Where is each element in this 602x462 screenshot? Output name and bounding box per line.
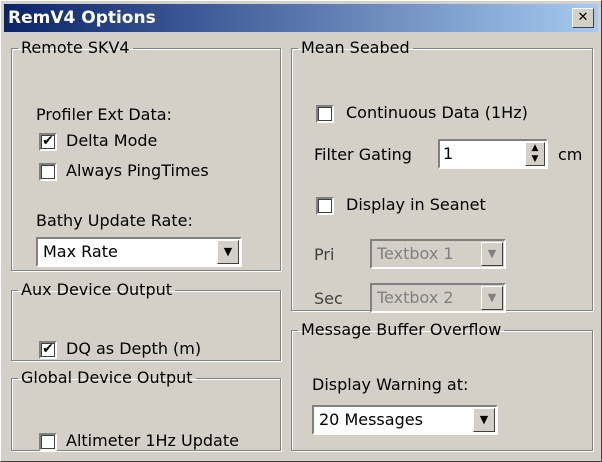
- always-ping-times-label[interactable]: Always PingTimes: [66, 161, 209, 180]
- filter-unit-label: cm: [558, 145, 583, 164]
- window-title: RemV4 Options: [8, 8, 156, 28]
- filter-gating-value: 1: [443, 144, 454, 163]
- mean-seabed-group: Mean Seabed Continuous Data (1Hz) Filter…: [291, 38, 593, 313]
- sec-label: Sec: [314, 289, 343, 308]
- continuous-data-checkbox[interactable]: [316, 105, 334, 123]
- chevron-down-icon[interactable]: ▼: [481, 242, 503, 266]
- title-bar[interactable]: RemV4 Options ✕: [4, 4, 598, 32]
- spin-down-icon[interactable]: ▼: [526, 154, 544, 165]
- bathy-update-rate-value: Max Rate: [43, 242, 118, 261]
- aux-device-output-legend: Aux Device Output: [21, 280, 173, 299]
- dq-as-depth-checkbox[interactable]: ✔: [39, 341, 57, 359]
- altimeter-1hz-update-label[interactable]: Altimeter 1Hz Update: [66, 431, 239, 450]
- options-dialog: RemV4 Options ✕ Remote SKV4 Profiler Ext…: [0, 0, 602, 462]
- remote-skv4-legend: Remote SKV4: [21, 38, 130, 57]
- pri-value: Textbox 1: [377, 244, 454, 263]
- display-warning-label: Display Warning at:: [312, 375, 469, 394]
- close-button[interactable]: ✕: [572, 8, 594, 28]
- sec-value: Textbox 2: [377, 288, 454, 307]
- profiler-ext-data-label: Profiler Ext Data:: [36, 105, 172, 124]
- chevron-down-icon[interactable]: ▼: [217, 240, 239, 264]
- global-device-output-group: Global Device Output Altimeter 1Hz Updat…: [11, 369, 281, 451]
- message-buffer-overflow-group: Message Buffer Overflow Display Warning …: [291, 321, 593, 451]
- warning-threshold-select[interactable]: 20 Messages ▼: [312, 405, 498, 435]
- spin-up-icon[interactable]: ▲: [526, 143, 544, 154]
- display-in-seanet-checkbox[interactable]: [316, 197, 334, 215]
- aux-device-output-group: Aux Device Output ✔ DQ as Depth (m): [11, 281, 281, 361]
- sec-select[interactable]: Textbox 2 ▼: [370, 283, 506, 313]
- check-icon: ✔: [42, 341, 54, 357]
- check-icon: ✔: [42, 133, 54, 149]
- pri-label: Pri: [314, 245, 335, 264]
- pri-select[interactable]: Textbox 1 ▼: [370, 239, 506, 269]
- spin-buttons[interactable]: ▲ ▼: [525, 142, 545, 166]
- warning-threshold-value: 20 Messages: [319, 410, 423, 429]
- continuous-data-label[interactable]: Continuous Data (1Hz): [346, 103, 528, 122]
- bathy-update-rate-label: Bathy Update Rate:: [36, 211, 193, 230]
- remote-skv4-group: Remote SKV4 Profiler Ext Data: ✔ Delta M…: [11, 39, 281, 271]
- filter-gating-label: Filter Gating: [314, 145, 412, 164]
- mean-seabed-legend: Mean Seabed: [301, 38, 410, 57]
- chevron-down-icon[interactable]: ▼: [481, 286, 503, 310]
- delta-mode-checkbox[interactable]: ✔: [39, 133, 57, 151]
- chevron-down-icon[interactable]: ▼: [473, 408, 495, 432]
- message-buffer-overflow-legend: Message Buffer Overflow: [301, 320, 502, 339]
- altimeter-1hz-update-checkbox[interactable]: [39, 433, 57, 451]
- display-in-seanet-label[interactable]: Display in Seanet: [346, 195, 486, 214]
- filter-gating-spinner[interactable]: 1 ▲ ▼: [438, 139, 548, 169]
- dq-as-depth-label[interactable]: DQ as Depth (m): [66, 339, 201, 358]
- bathy-update-rate-select[interactable]: Max Rate ▼: [36, 237, 242, 267]
- close-icon: ✕: [577, 10, 589, 25]
- delta-mode-label[interactable]: Delta Mode: [66, 131, 157, 150]
- global-device-output-legend: Global Device Output: [21, 368, 193, 387]
- always-ping-times-checkbox[interactable]: [39, 163, 57, 181]
